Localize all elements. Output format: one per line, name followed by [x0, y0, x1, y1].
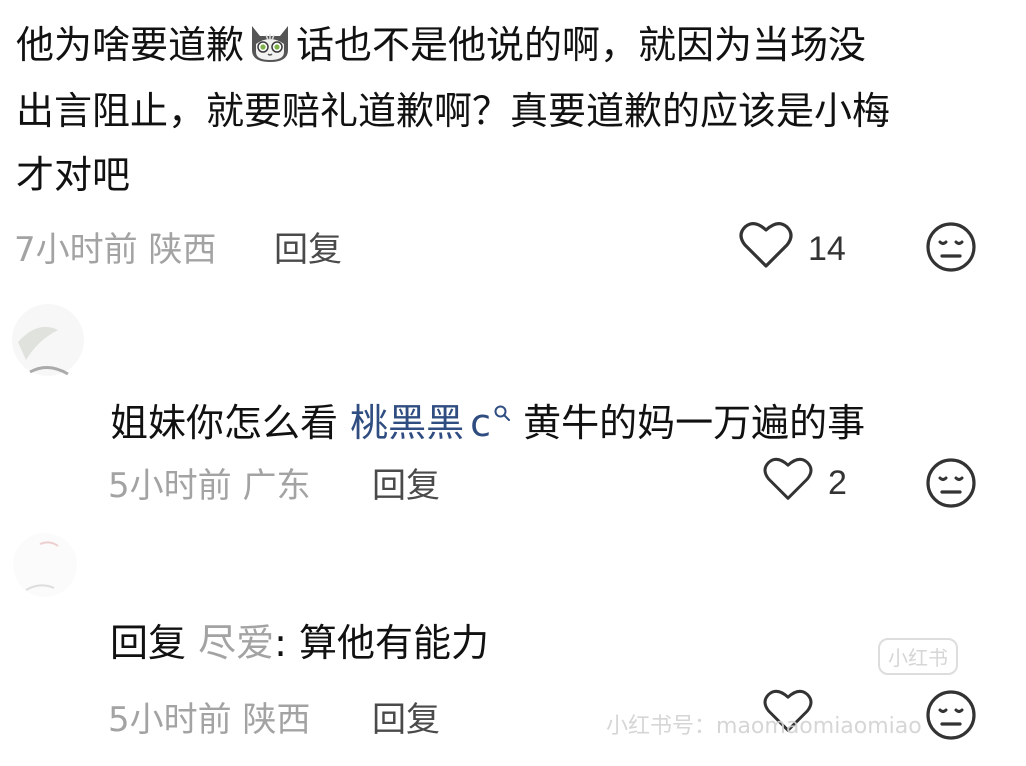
- comment-1-like-button[interactable]: 14: [738, 220, 846, 279]
- comment-1-text-line3: 才对吧: [16, 153, 131, 197]
- comment-3-reply-prefix: 回复: [110, 621, 187, 665]
- comment-1-time: 7小时前: [14, 230, 138, 270]
- comment-1-like-count: 14: [808, 230, 846, 268]
- comment-3-time: 5小时前: [108, 700, 232, 740]
- avatar[interactable]: [10, 530, 80, 600]
- comment-1-reply-button[interactable]: 回复: [274, 222, 342, 271]
- comment-1-text: 他为啥要道歉 话也不是他说的啊，就因为当场没: [16, 14, 976, 82]
- avatar[interactable]: [8, 300, 88, 380]
- mention-name: 桃黑黑: [350, 401, 465, 445]
- comment-2-text: 姐妹你怎么看 桃黑黑 c 黄牛的妈一万遍的事: [110, 378, 1026, 454]
- comment-2-meta: 5小时前 广东: [108, 458, 310, 507]
- watermark-app-text: 小红书号：: [606, 714, 717, 739]
- comment-1-meta: 7小时前 陕西: [14, 222, 216, 271]
- mention-suffix: c: [470, 401, 492, 445]
- dislike-face-icon[interactable]: [924, 688, 978, 746]
- comment-1-location: 陕西: [148, 230, 217, 270]
- search-small-icon: [493, 378, 511, 440]
- dislike-face-icon[interactable]: [924, 220, 978, 278]
- comment-2-like-count: 2: [828, 464, 847, 502]
- comment-2-like-button[interactable]: 2: [762, 456, 847, 511]
- comment-3-location: 陕西: [242, 700, 311, 740]
- comment-2-reply-button[interactable]: 回复: [372, 458, 440, 507]
- comment-3-reply-text: : 算他有能力: [274, 621, 490, 665]
- watermark-id-text: maomaomiaomiao: [716, 714, 922, 739]
- cat-face-emoji-icon: [246, 20, 294, 82]
- watermark-text: 小红书号：maomaomiaomiao: [606, 708, 922, 740]
- comment-1-text-part1: 他为啥要道歉: [16, 23, 245, 67]
- comment-2-text-part1: 姐妹你怎么看: [110, 401, 339, 445]
- comment-2-location: 广东: [242, 466, 311, 506]
- watermark-badge: 小红书: [878, 638, 958, 675]
- heart-icon: [762, 456, 814, 511]
- comment-1-text-line2: 出言阻止，就要赔礼道歉啊？真要道歉的应该是小梅: [16, 89, 891, 133]
- comment-thread: 他为啥要道歉 话也不是他说的啊，就因为当场没 出言阻止，就要赔礼道歉啊？真要道歉…: [0, 0, 1026, 766]
- comment-3-meta: 5小时前 陕西: [108, 692, 310, 741]
- comment-2-text-part2: 黄牛的妈一万遍的事: [523, 401, 866, 445]
- mention-link[interactable]: 桃黑黑 c: [350, 401, 511, 445]
- dislike-face-icon[interactable]: [924, 456, 978, 514]
- comment-1-text-part2: 话也不是他说的啊，就因为当场没: [296, 23, 867, 67]
- heart-icon: [738, 220, 794, 279]
- comment-2-time: 5小时前: [108, 466, 232, 506]
- comment-3-reply-button[interactable]: 回复: [372, 692, 440, 741]
- reply-to-username[interactable]: 尽爱: [198, 621, 274, 665]
